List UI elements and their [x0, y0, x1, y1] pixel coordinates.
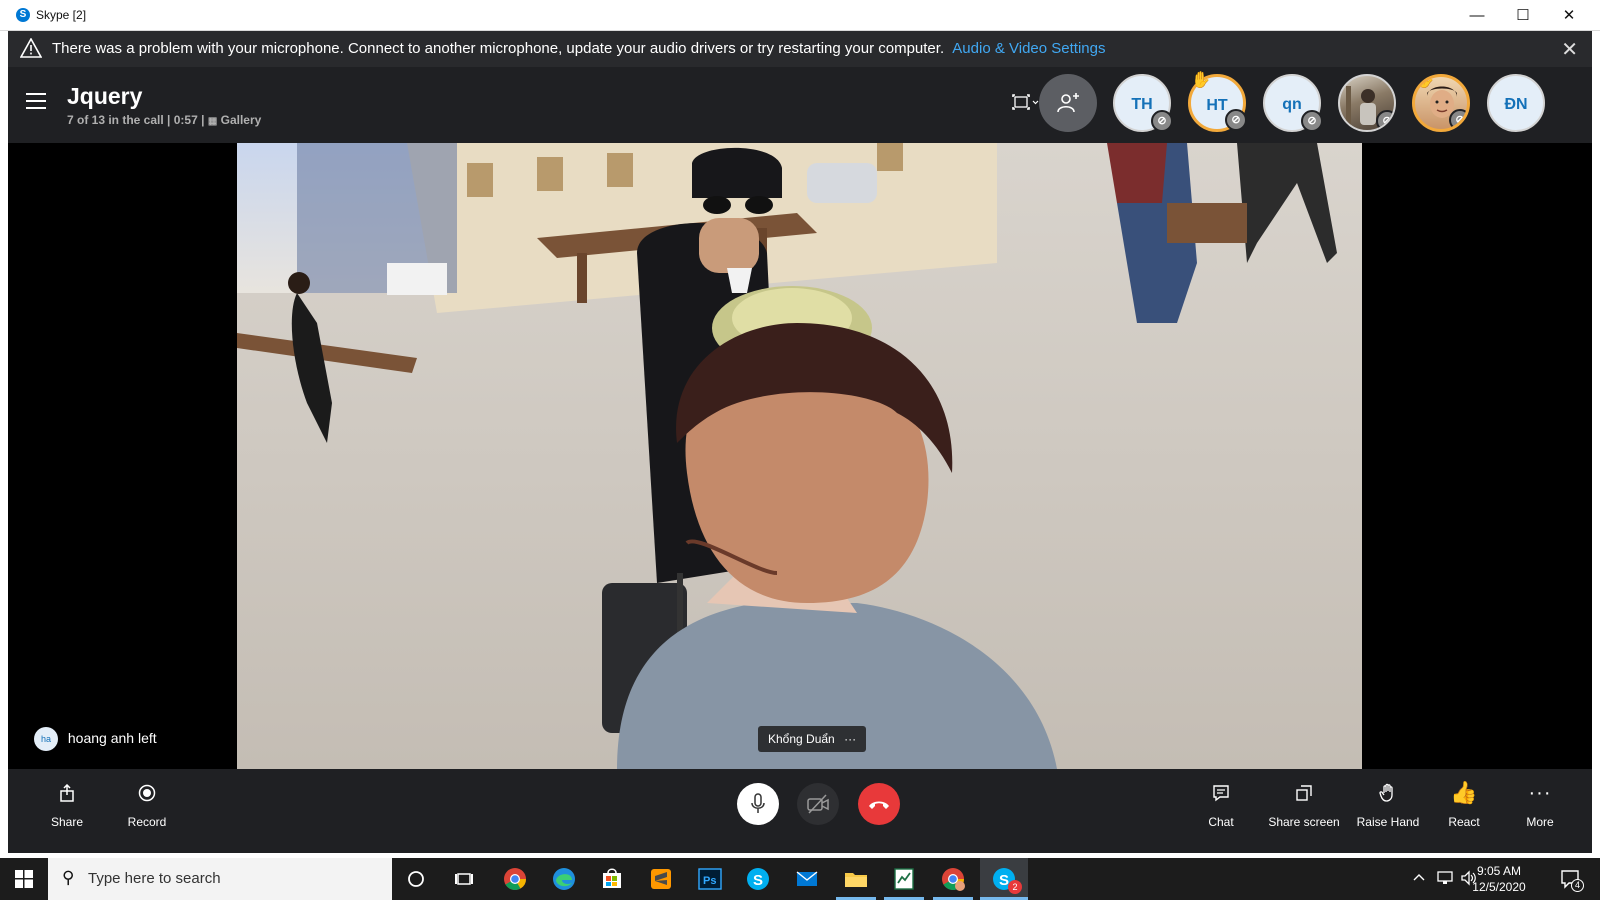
task-view-icon[interactable]: [450, 865, 478, 893]
clock-time: 9:05 AM: [1476, 864, 1522, 878]
record-icon: [107, 779, 187, 807]
call-duration: 0:57: [173, 113, 198, 127]
participant-avatar-qn[interactable]: qn ⊘: [1263, 74, 1323, 132]
svg-text:Ps: Ps: [703, 875, 716, 887]
search-icon: ⚲: [62, 868, 75, 887]
chat-icon: [1181, 779, 1261, 807]
call-title: Jquery: [67, 83, 143, 109]
video-frame: [237, 143, 1362, 769]
participant-avatar-photo-raised-hand[interactable]: ✋ ⊘: [1412, 74, 1470, 132]
mail-icon[interactable]: [793, 865, 821, 893]
raised-hand-icon: ✋: [1191, 72, 1211, 89]
window-title: Skype [2]: [36, 8, 87, 22]
warning-message: There was a problem with your microphone…: [52, 40, 945, 57]
sublime-text-icon[interactable]: [647, 865, 675, 893]
participant-left-notice: ha hoang anh left: [28, 721, 169, 755]
share-screen-button[interactable]: Share screen: [1254, 779, 1354, 829]
gallery-icon: ▦: [207, 116, 218, 127]
audio-video-settings-link[interactable]: Audio & Video Settings: [952, 40, 1105, 57]
menu-icon[interactable]: [26, 93, 46, 109]
chevron-up-icon: [1413, 874, 1425, 881]
file-explorer-icon[interactable]: [842, 865, 870, 893]
skype-notification-badge: 2: [1008, 880, 1022, 894]
participant-avatar-ht[interactable]: ✋ HT ⊘: [1188, 72, 1247, 132]
network-icon[interactable]: [1436, 870, 1454, 912]
participant-avatar-photo[interactable]: ⊘: [1338, 74, 1396, 132]
muted-mic-icon: ⊘: [1151, 110, 1173, 132]
maximize-button[interactable]: ☐: [1500, 0, 1546, 31]
show-hidden-icons-button[interactable]: [1413, 871, 1425, 913]
camera-off-icon: [807, 794, 829, 814]
call-controls: Share Record Chat Share screen Raise Han…: [8, 769, 1592, 853]
raise-hand-button[interactable]: Raise Hand: [1344, 779, 1432, 829]
left-notice-text: hoang anh left: [67, 730, 157, 746]
participant-avatar-dn[interactable]: ĐN: [1487, 74, 1545, 132]
muted-mic-icon: ⊘: [1376, 110, 1394, 130]
skype-taskbar-icon[interactable]: S: [744, 865, 772, 893]
photoshop-icon[interactable]: Ps: [696, 865, 724, 893]
chrome-profile-icon[interactable]: [939, 865, 967, 893]
start-button[interactable]: [0, 858, 48, 900]
skype-call-window: There was a problem with your microphone…: [8, 31, 1592, 853]
muted-mic-icon: ⊘: [1449, 109, 1467, 129]
clock-date: 12/5/2020: [1472, 880, 1526, 894]
thumbs-up-icon: 👍: [1450, 780, 1478, 805]
add-participant-button[interactable]: [1039, 74, 1097, 132]
svg-text:S: S: [753, 872, 763, 889]
windows-taskbar: ⚲ Type here to search Ps S S 2 9:05 AM 1…: [0, 858, 1600, 900]
left-participant-avatar: ha: [34, 727, 58, 752]
speaker-name: Khổng Duẩn: [768, 732, 835, 746]
system-clock[interactable]: 9:05 AM 12/5/2020: [1462, 863, 1536, 895]
hang-up-icon: [869, 801, 889, 809]
share-button[interactable]: Share: [27, 779, 107, 829]
chrome-icon[interactable]: [501, 865, 529, 893]
close-warning-button[interactable]: ✕: [1561, 37, 1578, 62]
chat-button[interactable]: Chat: [1181, 779, 1261, 829]
cortana-icon[interactable]: [402, 865, 430, 893]
participants-count: 7 of 13 in the call: [67, 113, 164, 127]
more-icon: ···: [1528, 782, 1552, 804]
gallery-view-button[interactable]: ▦ Gallery: [208, 113, 262, 127]
close-window-button[interactable]: ✕: [1546, 0, 1592, 31]
record-button[interactable]: Record: [107, 779, 187, 829]
speaker-name-tag[interactable]: Khổng Duẩn ···: [758, 726, 867, 752]
more-options-icon[interactable]: ···: [844, 732, 856, 746]
muted-mic-icon: ⊘: [1301, 110, 1323, 132]
microphone-warning-banner: There was a problem with your microphone…: [8, 31, 1592, 67]
participant-avatar-th[interactable]: TH ⊘: [1113, 74, 1173, 132]
more-button[interactable]: ··· More: [1500, 779, 1580, 829]
hang-up-button[interactable]: [858, 783, 900, 825]
taskbar-search-box[interactable]: ⚲ Type here to search: [48, 858, 392, 900]
camera-button[interactable]: [797, 783, 839, 825]
spreadsheet-app-icon[interactable]: [890, 865, 918, 893]
raise-hand-icon: [1344, 779, 1432, 807]
raised-hand-icon: ✋: [1415, 74, 1435, 89]
action-center-button[interactable]: 4: [1560, 868, 1584, 910]
warning-icon: [19, 37, 43, 62]
switch-layout-button[interactable]: [1011, 93, 1039, 116]
skype-active-taskbar-button[interactable]: S 2: [980, 858, 1028, 900]
microsoft-store-icon[interactable]: [598, 865, 626, 893]
minimize-button[interactable]: —: [1454, 0, 1500, 31]
skype-logo-icon: S: [16, 8, 30, 22]
windows-logo-icon: [15, 870, 33, 888]
edge-icon[interactable]: [550, 865, 578, 893]
active-speaker-video[interactable]: [237, 143, 1362, 769]
muted-mic-icon: ⊘: [1225, 109, 1247, 131]
call-subtitle: 7 of 13 in the call | 0:57 | ▦ Gallery: [67, 113, 262, 127]
react-button[interactable]: 👍 React: [1424, 779, 1504, 829]
microphone-button[interactable]: [737, 783, 779, 825]
microphone-icon: [751, 793, 765, 813]
share-icon: [27, 779, 107, 807]
window-titlebar: S Skype [2] — ☐ ✕: [0, 0, 1600, 31]
call-header: Jquery 7 of 13 in the call | 0:57 | ▦ Ga…: [8, 67, 1592, 143]
search-placeholder: Type here to search: [88, 870, 221, 887]
video-stage: ha hoang anh left Khổng Duẩn ···: [8, 143, 1592, 769]
notification-count: 4: [1571, 879, 1584, 892]
share-screen-icon: [1254, 779, 1354, 807]
